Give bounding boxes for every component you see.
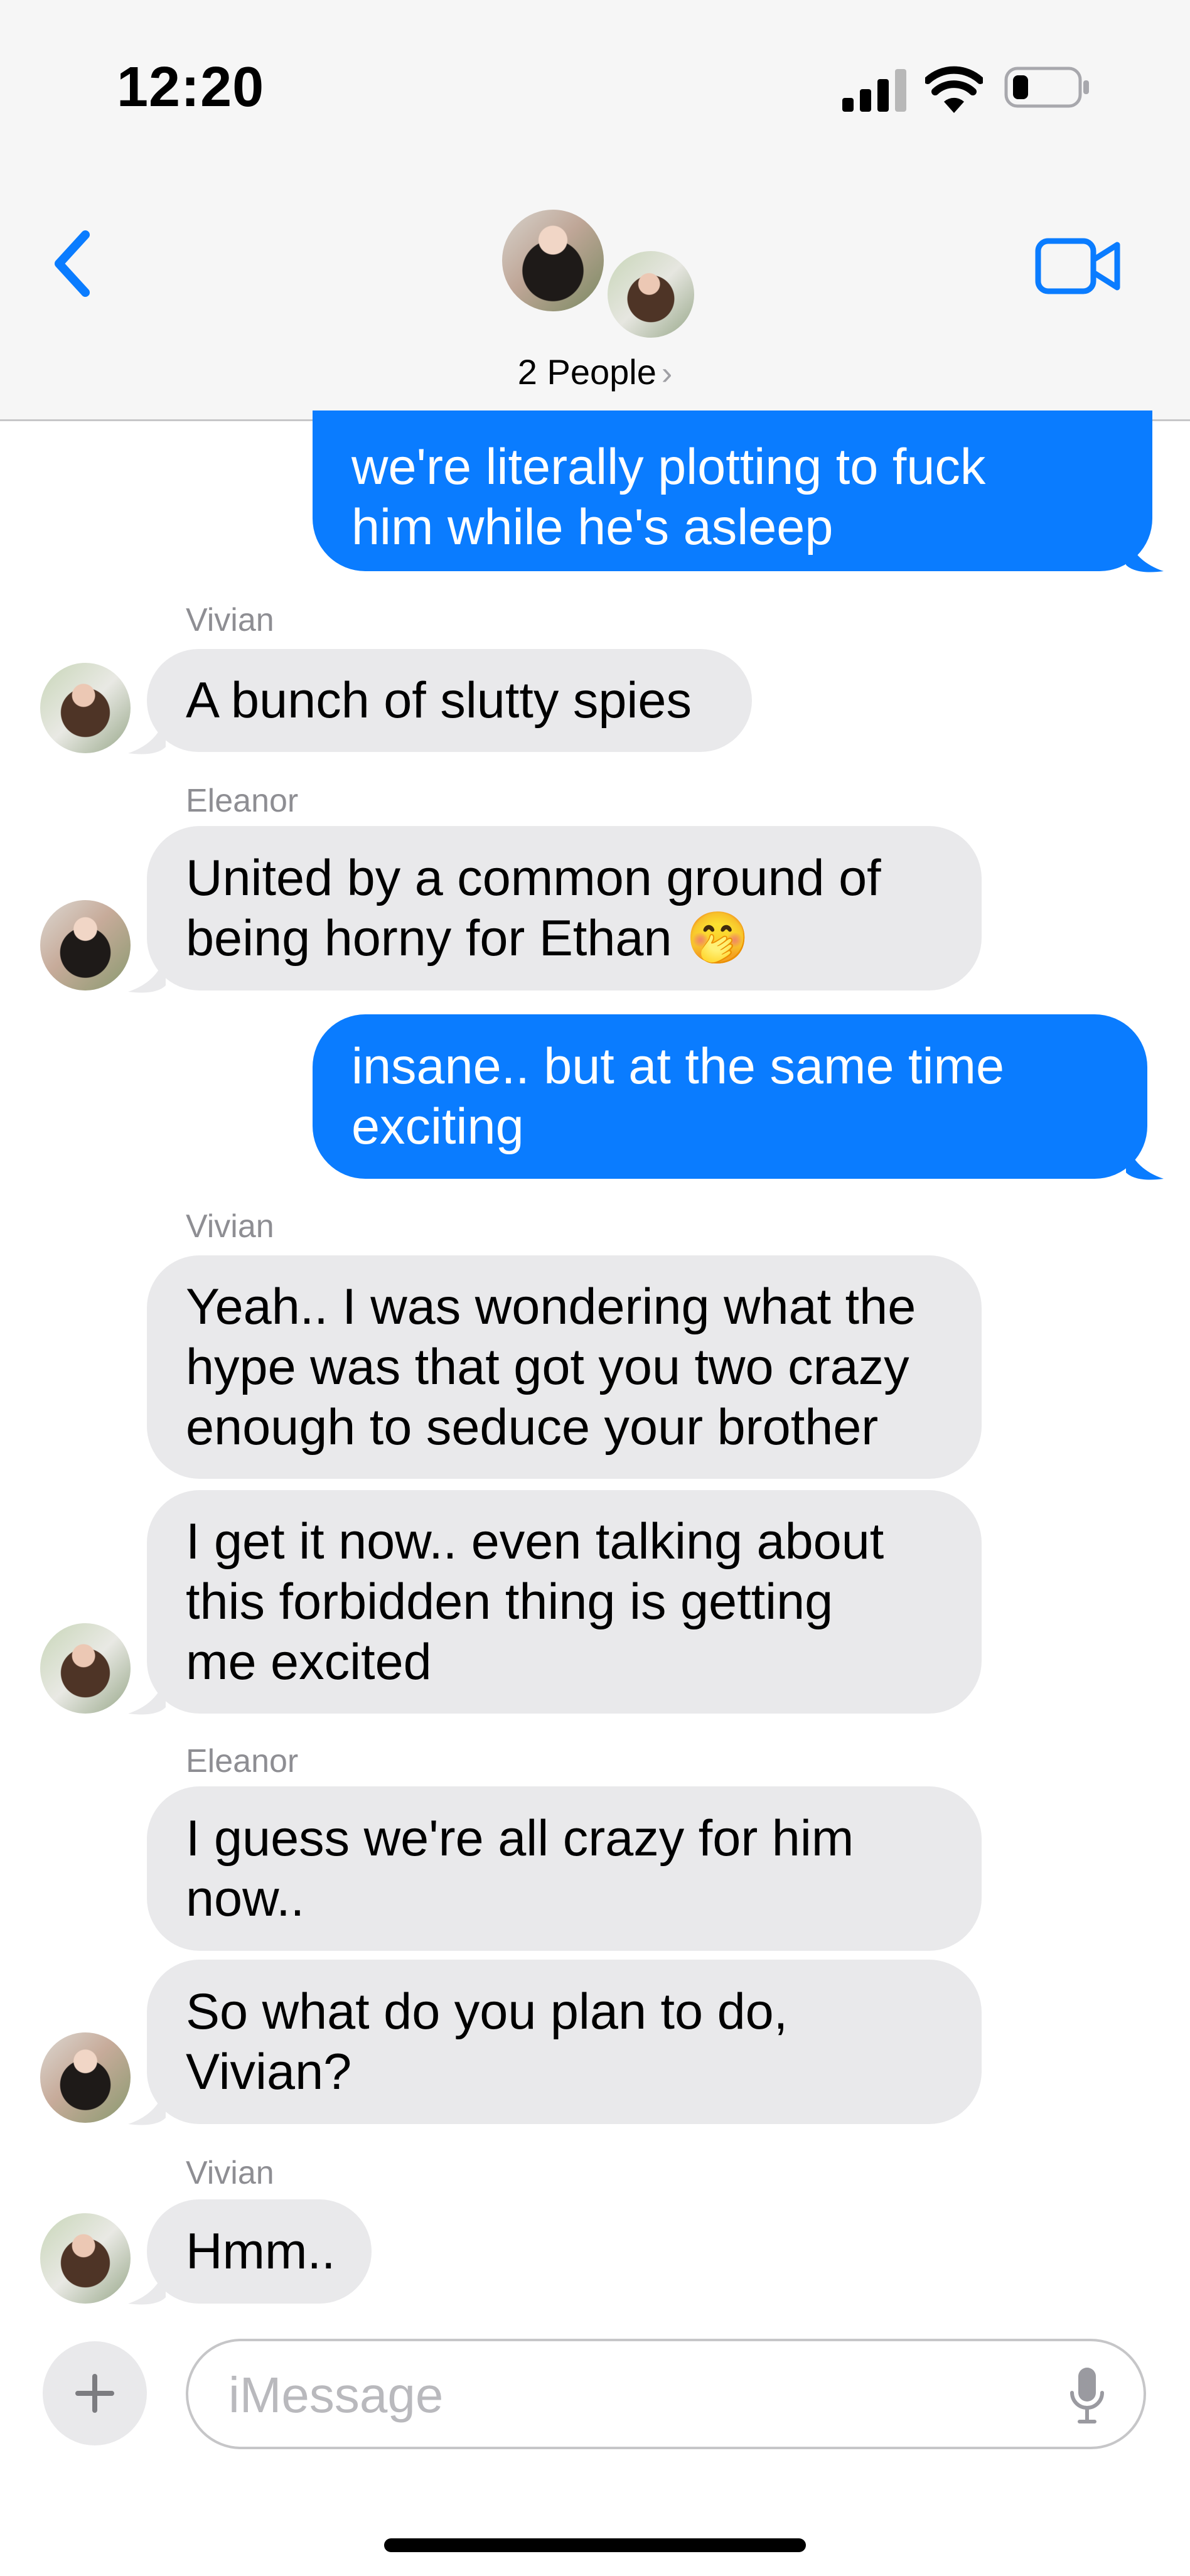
avatar-vivian[interactable] xyxy=(40,1623,131,1714)
message-input-placeholder: iMessage xyxy=(228,2367,444,2423)
sender-name: Vivian xyxy=(186,602,274,638)
avatar-eleanor[interactable] xyxy=(40,900,131,990)
message-input[interactable]: iMessage xyxy=(186,2339,1146,2449)
plus-icon xyxy=(75,2374,114,2413)
bubble-tail xyxy=(128,2267,166,2305)
bubble-tail xyxy=(128,955,166,993)
avatar-vivian[interactable] xyxy=(40,663,131,753)
message-bubble-outgoing[interactable]: we're literally plotting to fuck him whi… xyxy=(313,411,1152,571)
plus-button[interactable] xyxy=(43,2341,147,2445)
microphone-icon[interactable] xyxy=(1068,2366,1106,2424)
sender-name: Eleanor xyxy=(186,1743,299,1779)
bubble-tail xyxy=(1126,535,1164,572)
cellular-signal-icon xyxy=(842,69,908,112)
sender-name: Eleanor xyxy=(186,783,299,819)
home-indicator[interactable] xyxy=(384,2538,806,2552)
message-bubble-incoming[interactable]: Hmm.. xyxy=(147,2199,372,2304)
status-time: 12:20 xyxy=(117,56,265,119)
video-call-button[interactable] xyxy=(1034,237,1122,295)
avatar-vivian-group[interactable] xyxy=(604,247,698,341)
participants-label: 2 People xyxy=(517,352,657,392)
bubble-tail xyxy=(128,717,166,754)
message-bubble-incoming[interactable]: I guess we're all crazy for him now.. xyxy=(147,1786,982,1951)
sender-name: Vivian xyxy=(186,2155,274,2191)
sender-name: Vivian xyxy=(186,1208,274,1245)
message-bubble-incoming[interactable]: A bunch of slutty spies xyxy=(147,649,752,752)
wifi-icon xyxy=(925,66,983,113)
conversation-header: 12:20 2 People › xyxy=(0,0,1190,421)
chevron-right-icon: › xyxy=(661,355,673,392)
message-bubble-incoming[interactable]: Yeah.. I was wondering what the hype was… xyxy=(147,1255,982,1479)
bubble-tail xyxy=(128,2088,166,2125)
avatar-vivian[interactable] xyxy=(40,2213,131,2304)
battery-icon xyxy=(1004,67,1089,108)
bubble-tail xyxy=(1126,1142,1164,1180)
message-bubble-incoming[interactable]: United by a common ground of being horny… xyxy=(147,826,982,990)
avatar-eleanor[interactable] xyxy=(40,2032,131,2123)
avatar-eleanor-group[interactable] xyxy=(500,207,606,314)
message-bubble-incoming[interactable]: I get it now.. even talking about this f… xyxy=(147,1490,982,1714)
bubble-tail xyxy=(128,1677,166,1715)
message-bubble-incoming[interactable]: So what do you plan to do, Vivian? xyxy=(147,1960,982,2124)
participants-button[interactable]: 2 People › xyxy=(0,352,1190,392)
back-button[interactable] xyxy=(46,226,103,301)
message-bubble-outgoing[interactable]: insane.. but at the same time exciting xyxy=(313,1014,1147,1179)
